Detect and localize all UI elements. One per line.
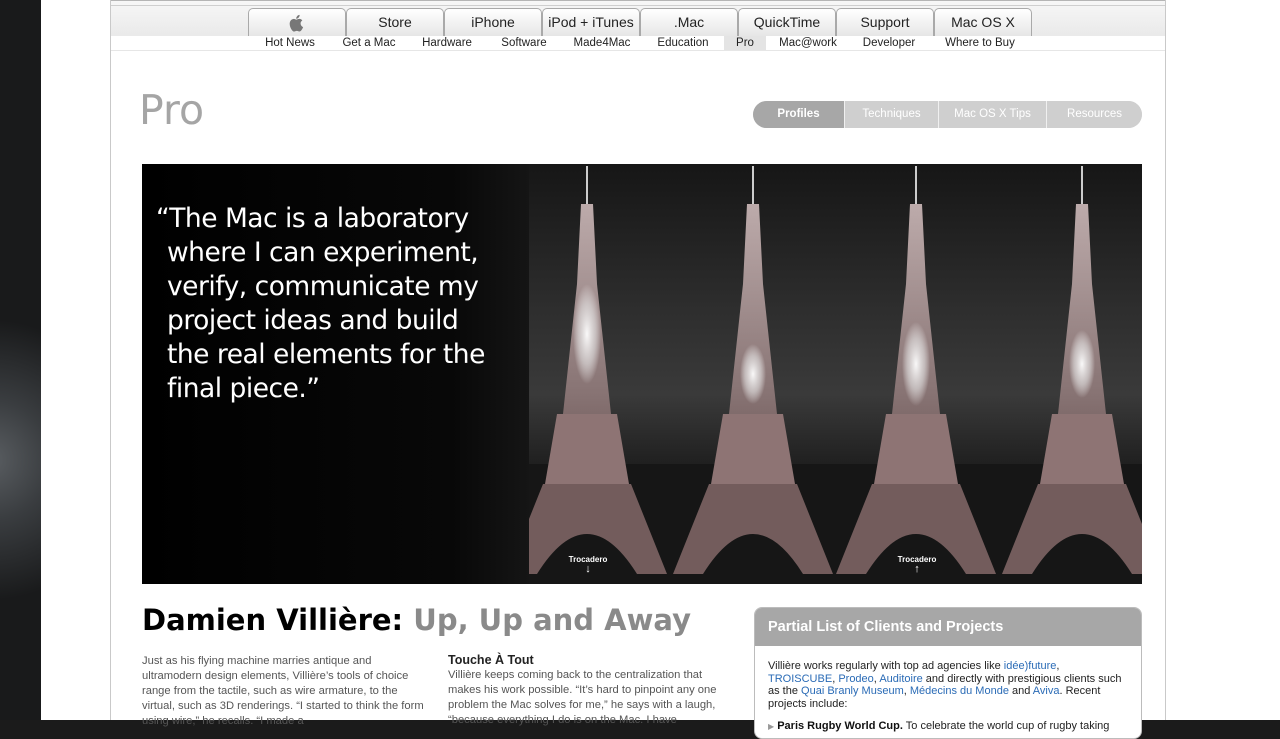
headline-subtitle: Up, Up and Away: [413, 603, 691, 637]
separator: ,: [1056, 660, 1060, 672]
link-medecins-du-monde[interactable]: Médecins du Monde: [910, 685, 1009, 697]
intro-text: Villière works regularly with top ad age…: [768, 660, 1004, 672]
clients-sidebar-box: Partial List of Clients and Projects Vil…: [754, 607, 1142, 739]
subnav-hardware[interactable]: Hardware: [413, 36, 481, 50]
quote-line: final piece.”: [167, 373, 320, 404]
section-title: Pro: [139, 86, 205, 134]
project-title: Paris Rugby World Cup.: [777, 720, 903, 732]
subnav-developer[interactable]: Developer: [853, 36, 925, 50]
subnav-get-a-mac[interactable]: Get a Mac: [333, 36, 405, 50]
subnav-made4mac[interactable]: Made4Mac: [566, 36, 638, 50]
tab-techniques[interactable]: Techniques: [845, 101, 939, 128]
nav-tab-mac-os-x[interactable]: Mac OS X: [934, 8, 1032, 36]
quote-line: “The Mac is a laboratory: [156, 203, 469, 234]
project-text: To celebrate the world cup of rugby taki…: [902, 720, 1110, 732]
nav-tab-support[interactable]: Support: [836, 8, 934, 36]
link-aviva[interactable]: Aviva: [1033, 685, 1060, 697]
hero-quote-panel: “The Mac is a laboratory where I can exp…: [142, 164, 529, 584]
page: Store iPhone iPod + iTunes .Mac QuickTim…: [110, 0, 1166, 739]
trocadero-marker-up: Trocadero ↑: [887, 555, 947, 575]
headline-name: Damien Villière:: [142, 603, 404, 637]
eiffel-tower-illustration: [507, 166, 1142, 584]
nav-tab-ipod-itunes[interactable]: iPod + iTunes: [542, 8, 640, 36]
hero-banner: “The Mac is a laboratory where I can exp…: [142, 164, 1142, 584]
column-heading: Touche À Tout: [448, 653, 534, 667]
link-troiscube[interactable]: TROISCUBE: [768, 673, 832, 685]
subnav-mac-at-work[interactable]: Mac@work: [775, 36, 841, 50]
tab-profiles[interactable]: Profiles: [753, 101, 845, 128]
clients-intro: Villière works regularly with top ad age…: [768, 660, 1128, 710]
clients-box-body: Villière works regularly with top ad age…: [755, 646, 1141, 734]
subnav-software[interactable]: Software: [491, 36, 557, 50]
subnav-where-to-buy[interactable]: Where to Buy: [938, 36, 1022, 50]
article-column-2: Touche À Tout Villière keeps coming back…: [448, 652, 738, 728]
nav-tab-dotmac[interactable]: .Mac: [640, 8, 738, 36]
clients-box-title: Partial List of Clients and Projects: [755, 608, 1141, 646]
nav-stripe: [111, 5, 1165, 6]
sub-nav: Hot News Get a Mac Hardware Software Mad…: [111, 36, 1165, 51]
quote-line: verify, communicate my: [167, 271, 479, 302]
tab-resources[interactable]: Resources: [1047, 101, 1142, 128]
link-auditoire[interactable]: Auditoire: [879, 673, 922, 685]
subnav-education[interactable]: Education: [648, 36, 718, 50]
link-ideefuture[interactable]: idée)future: [1004, 660, 1057, 672]
separator: and: [1008, 685, 1033, 697]
browser-margin-right: [1165, 0, 1280, 720]
nav-tab-quicktime[interactable]: QuickTime: [738, 8, 836, 36]
arrow-up-icon: ↑: [914, 563, 920, 575]
link-prodeo[interactable]: Prodeo: [838, 673, 873, 685]
apple-logo-icon: [289, 14, 304, 32]
global-nav: Store iPhone iPod + iTunes .Mac QuickTim…: [111, 0, 1165, 38]
column-text: Villière keeps coming back to the centra…: [448, 669, 717, 726]
arrow-down-icon: ↓: [585, 563, 591, 575]
browser-margin-left: [41, 0, 110, 720]
hero-quote: “The Mac is a laboratory where I can exp…: [156, 202, 516, 406]
nav-tab-iphone[interactable]: iPhone: [444, 8, 542, 36]
subnav-hot-news[interactable]: Hot News: [256, 36, 324, 50]
article-column-1: Just as his flying machine marries antiq…: [142, 655, 424, 727]
quote-line: project ideas and build: [167, 305, 459, 336]
local-nav: Profiles Techniques Mac OS X Tips Resour…: [753, 101, 1142, 128]
project-list-item: ▶ Paris Rugby World Cup. To celebrate th…: [768, 720, 1128, 734]
eiffel-tower-photo: Trocadero ↓ Trocadero ↑: [507, 164, 1142, 584]
subnav-divider: [111, 50, 1165, 51]
quote-line: the real elements for the: [167, 339, 485, 370]
bullet-arrow-icon: ▶: [768, 722, 775, 731]
article-headline: Damien Villière: Up, Up and Away: [142, 603, 691, 637]
separator: ,: [832, 672, 836, 685]
link-quai-branly-museum[interactable]: Quai Branly Museum: [801, 685, 904, 697]
subnav-pro[interactable]: Pro: [724, 36, 766, 50]
quote-line: where I can experiment,: [167, 237, 479, 268]
tab-mac-os-x-tips[interactable]: Mac OS X Tips: [939, 101, 1047, 128]
nav-tab-store[interactable]: Store: [346, 8, 444, 36]
desktop-background: [0, 0, 41, 720]
apple-home-tab[interactable]: [248, 8, 346, 36]
trocadero-marker-down: Trocadero ↓: [558, 555, 618, 575]
